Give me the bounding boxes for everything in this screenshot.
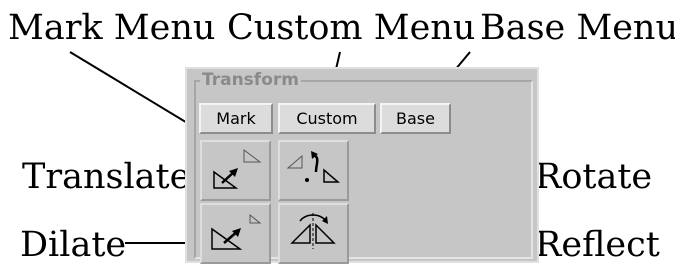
dilate-tool-button[interactable] (200, 203, 271, 264)
reflect-icon (290, 213, 336, 249)
base-button[interactable]: Base (380, 103, 451, 134)
mark-button[interactable]: Mark (199, 103, 273, 134)
reflect-tool-button[interactable] (278, 203, 349, 264)
callout-base-menu: Base Menu (480, 8, 675, 48)
callout-rotate: Rotate (535, 157, 653, 197)
translate-icon (213, 149, 262, 189)
transform-panel: Transform Mark Custom Base (185, 67, 539, 264)
rotate-tool-button[interactable] (278, 140, 349, 201)
callout-reflect: Reflect (535, 225, 660, 265)
dilate-icon (211, 213, 262, 250)
callout-dilate: Dilate (20, 225, 127, 265)
group-title: Transform (200, 70, 301, 90)
translate-tool-button[interactable] (200, 140, 271, 201)
callout-translate: Translate (22, 157, 191, 197)
callout-custom-menu: Custom Menu (227, 8, 476, 48)
callout-mark-menu: Mark Menu (8, 8, 216, 48)
rotate-icon (286, 151, 341, 183)
custom-button[interactable]: Custom (278, 103, 376, 134)
